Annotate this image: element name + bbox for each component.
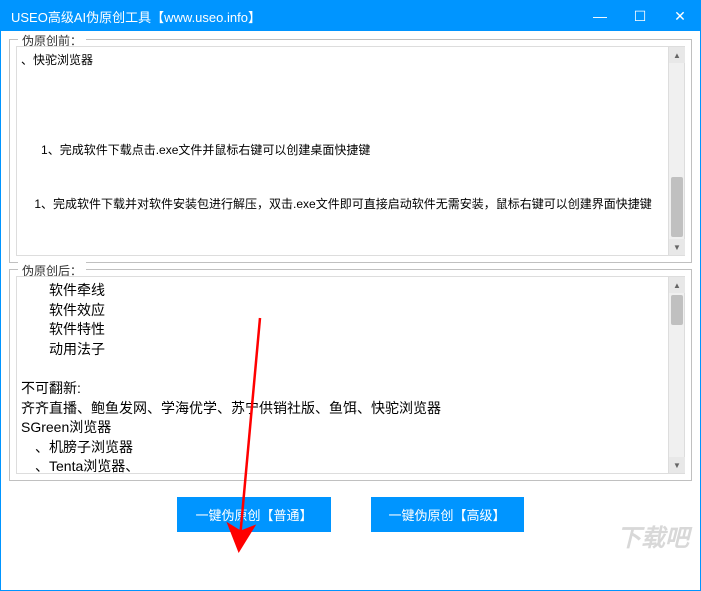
after-scroll-thumb[interactable] — [671, 295, 683, 325]
before-textarea[interactable]: 、快驼浏览器 1、完成软件下载点击.exe文件并鼠标右键可以创建桌面快捷键 1、… — [17, 47, 668, 255]
window-title: USEO高级AI伪原创工具【www.useo.info】 — [11, 7, 261, 26]
before-textarea-wrap: 、快驼浏览器 1、完成软件下载点击.exe文件并鼠标右键可以创建桌面快捷键 1、… — [16, 46, 685, 256]
rewrite-advanced-button[interactable]: 一键伪原创【高级】 — [371, 497, 524, 532]
after-textarea-wrap: 软件牵线 软件效应 软件特性 动用法子 不可翻新: 齐齐直播、鲍鱼发网、学海优学… — [16, 276, 685, 474]
before-scrollbar[interactable]: ▲ ▼ — [668, 47, 684, 255]
app-window: USEO高级AI伪原创工具【www.useo.info】 — ☐ ✕ 伪原创前：… — [0, 0, 701, 591]
close-button[interactable]: ✕ — [660, 1, 700, 31]
after-scrollbar[interactable]: ▲ ▼ — [668, 277, 684, 473]
rewrite-normal-button[interactable]: 一键伪原创【普通】 — [177, 497, 330, 532]
scroll-down-icon[interactable]: ▼ — [669, 239, 685, 255]
scroll-down-icon[interactable]: ▼ — [669, 457, 685, 473]
titlebar: USEO高级AI伪原创工具【www.useo.info】 — ☐ ✕ — [1, 1, 700, 31]
after-group: 伪原创后： 软件牵线 软件效应 软件特性 动用法子 不可翻新: 齐齐直播、鲍鱼发… — [9, 269, 692, 481]
after-textarea[interactable]: 软件牵线 软件效应 软件特性 动用法子 不可翻新: 齐齐直播、鲍鱼发网、学海优学… — [17, 277, 668, 473]
button-row: 一键伪原创【普通】 一键伪原创【高级】 — [9, 487, 692, 542]
scroll-up-icon[interactable]: ▲ — [669, 47, 685, 63]
titlebar-buttons: — ☐ ✕ — [580, 1, 700, 31]
close-icon: ✕ — [674, 8, 686, 25]
minimize-button[interactable]: — — [580, 1, 620, 31]
maximize-button[interactable]: ☐ — [620, 1, 660, 31]
maximize-icon: ☐ — [634, 8, 647, 25]
content-area: 伪原创前： 、快驼浏览器 1、完成软件下载点击.exe文件并鼠标右键可以创建桌面… — [1, 31, 700, 590]
minimize-icon: — — [593, 8, 607, 24]
scroll-up-icon[interactable]: ▲ — [669, 277, 685, 293]
before-scroll-thumb[interactable] — [671, 177, 683, 237]
before-group: 伪原创前： 、快驼浏览器 1、完成软件下载点击.exe文件并鼠标右键可以创建桌面… — [9, 39, 692, 263]
